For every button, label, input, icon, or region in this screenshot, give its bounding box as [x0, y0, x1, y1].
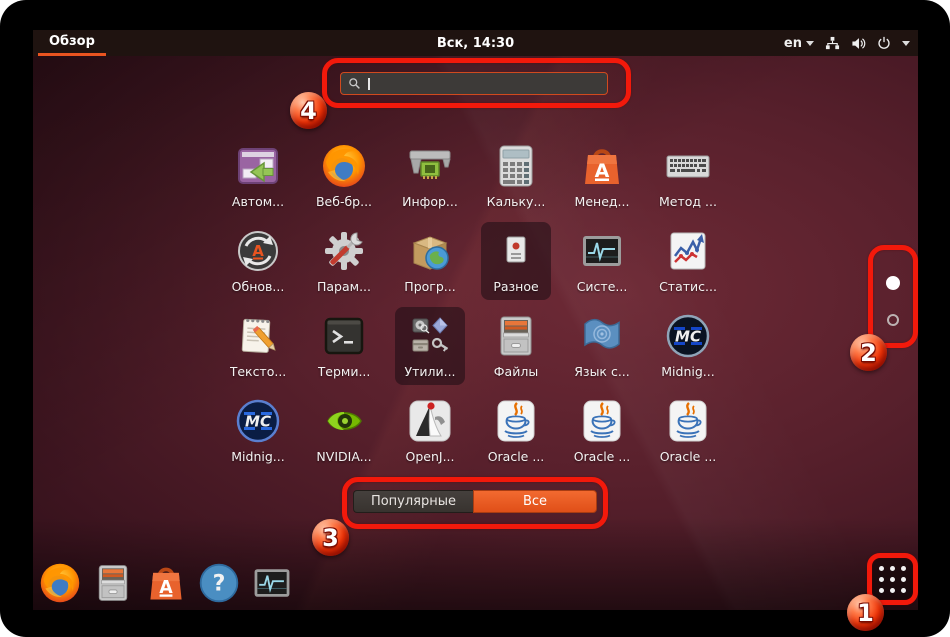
app-software-updater[interactable]: Обнов... [215, 221, 301, 306]
app-software-manager[interactable]: Менед... [559, 136, 645, 221]
java-icon [492, 397, 540, 445]
text-editor-icon [234, 312, 282, 360]
dock-files[interactable] [90, 560, 136, 606]
search-input[interactable] [340, 72, 608, 95]
utilities-folder-icon [406, 312, 454, 360]
app-filter-switcher: Популярные Все [353, 490, 597, 513]
page-dot-2[interactable] [887, 314, 899, 326]
keyboard-layout-indicator[interactable]: en [784, 36, 814, 51]
midnight-commander-blue-icon [234, 397, 282, 445]
chevron-down-icon [806, 41, 814, 46]
show-applications-button[interactable] [872, 558, 913, 600]
app-software-sources[interactable]: Прогр... [387, 221, 473, 306]
dock-system-monitor[interactable] [249, 560, 295, 606]
dock-help[interactable] [196, 560, 242, 606]
gnome-activities-overview: Обзор Вск, 14:30 en 4 Автом... [33, 30, 918, 610]
firefox-icon [38, 561, 82, 605]
text-cursor [368, 78, 370, 90]
app-language-support[interactable]: Язык с... [559, 306, 645, 391]
app-oracle-java-3[interactable]: Oracle ... [645, 391, 731, 476]
settings-icon [320, 227, 368, 275]
dock-firefox[interactable] [37, 560, 83, 606]
power-icon[interactable] [877, 36, 891, 50]
filter-popular-button[interactable]: Популярные [353, 490, 473, 513]
chevron-down-icon [902, 41, 910, 46]
app-input-method[interactable]: Метод ... [645, 136, 731, 221]
network-icon[interactable] [825, 36, 840, 51]
app-midnight-commander[interactable]: Midnig... [645, 306, 731, 391]
misc-folder-icon [492, 227, 540, 275]
annotation-badge-3: 3 [312, 519, 349, 556]
hardware-info-icon [406, 142, 454, 190]
application-grid: Автом... Веб-бр... Инфор... Кальку... Ме… [215, 136, 731, 476]
app-grid-icon [879, 566, 906, 593]
language-support-icon [578, 312, 626, 360]
automation-icon [234, 142, 282, 190]
volume-icon[interactable] [851, 36, 866, 51]
clock[interactable]: Вск, 14:30 [437, 30, 514, 56]
screenshot-root: Обзор Вск, 14:30 en 4 Автом... [0, 0, 950, 637]
folder-utilities[interactable]: Утили... [395, 307, 465, 385]
software-store-icon [578, 142, 626, 190]
annotation-badge-2: 2 [850, 334, 887, 371]
app-files[interactable]: Файлы [473, 306, 559, 391]
search-icon [348, 77, 361, 90]
nvidia-icon [320, 397, 368, 445]
app-hardware-info[interactable]: Инфор... [387, 136, 473, 221]
system-monitor-icon [578, 227, 626, 275]
statistics-icon [664, 227, 712, 275]
annotation-badge-4: 4 [290, 92, 327, 129]
app-settings[interactable]: Парам... [301, 221, 387, 306]
top-bar: Обзор Вск, 14:30 en [33, 30, 918, 56]
dock [37, 560, 295, 606]
app-nvidia-settings[interactable]: NVIDIA... [301, 391, 387, 476]
app-terminal[interactable]: Терми... [301, 306, 387, 391]
system-status-area[interactable]: en [784, 30, 910, 56]
dock-software[interactable] [143, 560, 189, 606]
app-openjdk[interactable]: OpenJ... [387, 391, 473, 476]
java-icon [578, 397, 626, 445]
app-midnight-commander-2[interactable]: Midnig... [215, 391, 301, 476]
app-text-editor[interactable]: Тексто... [215, 306, 301, 391]
terminal-icon [320, 312, 368, 360]
app-system-monitor[interactable]: Систе... [559, 221, 645, 306]
midnight-commander-icon [664, 312, 712, 360]
window-frame: Обзор Вск, 14:30 en 4 Автом... [0, 0, 950, 637]
page-dot-1-active[interactable] [886, 276, 900, 290]
software-sources-icon [406, 227, 454, 275]
firefox-icon [320, 142, 368, 190]
filter-all-button[interactable]: Все [473, 490, 597, 513]
folder-misc[interactable]: Разное [481, 222, 551, 300]
overview-button[interactable]: Обзор [38, 30, 106, 56]
openjdk-duke-icon [406, 397, 454, 445]
app-automation[interactable]: Автом... [215, 136, 301, 221]
app-statistics[interactable]: Статис... [645, 221, 731, 306]
help-icon [197, 561, 241, 605]
annotation-box-pager [868, 245, 918, 348]
keyboard-icon [664, 142, 712, 190]
files-cabinet-icon [91, 561, 135, 605]
software-updater-icon [234, 227, 282, 275]
app-calculator[interactable]: Кальку... [473, 136, 559, 221]
calculator-icon [492, 142, 540, 190]
app-oracle-java-2[interactable]: Oracle ... [559, 391, 645, 476]
java-icon [664, 397, 712, 445]
software-store-icon [144, 561, 188, 605]
app-web-browser[interactable]: Веб-бр... [301, 136, 387, 221]
files-icon [492, 312, 540, 360]
annotation-badge-1: 1 [847, 594, 884, 631]
system-monitor-icon [250, 561, 294, 605]
app-oracle-java-1[interactable]: Oracle ... [473, 391, 559, 476]
